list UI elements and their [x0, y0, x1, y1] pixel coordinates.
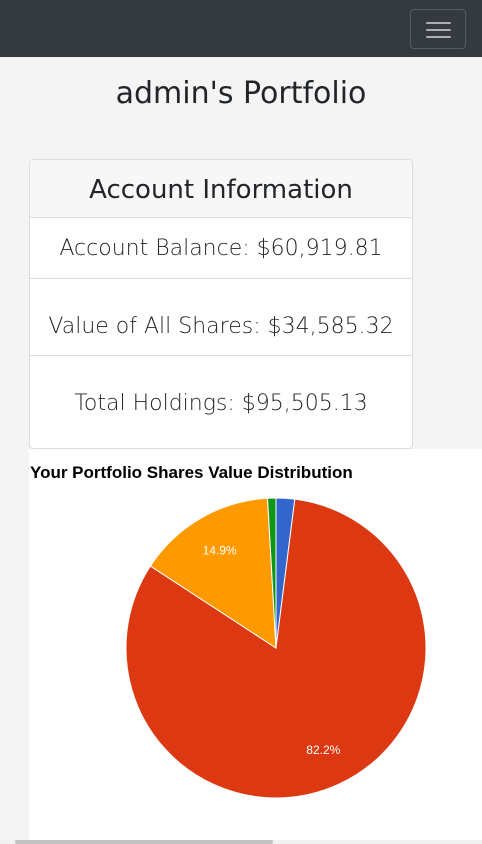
horizontal-scrollbar[interactable]	[0, 840, 482, 844]
scrollbar-thumb[interactable]	[15, 840, 273, 844]
pie-slice-label: 14.9%	[203, 544, 237, 558]
hamburger-icon	[426, 36, 451, 38]
card-header: Account Information	[30, 160, 412, 218]
page-title: admin's Portfolio	[115, 76, 367, 111]
shares-value: Value of All Shares: $34,585.32	[30, 279, 412, 356]
menu-toggle-button[interactable]	[410, 9, 466, 49]
pie-slice-label: 82.2%	[306, 743, 340, 757]
total-holdings: Total Holdings: $95,505.13	[74, 391, 368, 416]
hamburger-icon	[426, 22, 451, 24]
navbar	[0, 0, 482, 57]
pie-chart: 82.2% 14.9%	[125, 497, 427, 799]
pie-chart-panel: Your Portfolio Shares Value Distribution…	[29, 449, 482, 840]
account-information-card: Account Information Account Balance: $60…	[29, 159, 413, 449]
hamburger-icon	[426, 29, 451, 31]
account-balance: Account Balance: $60,919.81	[30, 218, 412, 279]
